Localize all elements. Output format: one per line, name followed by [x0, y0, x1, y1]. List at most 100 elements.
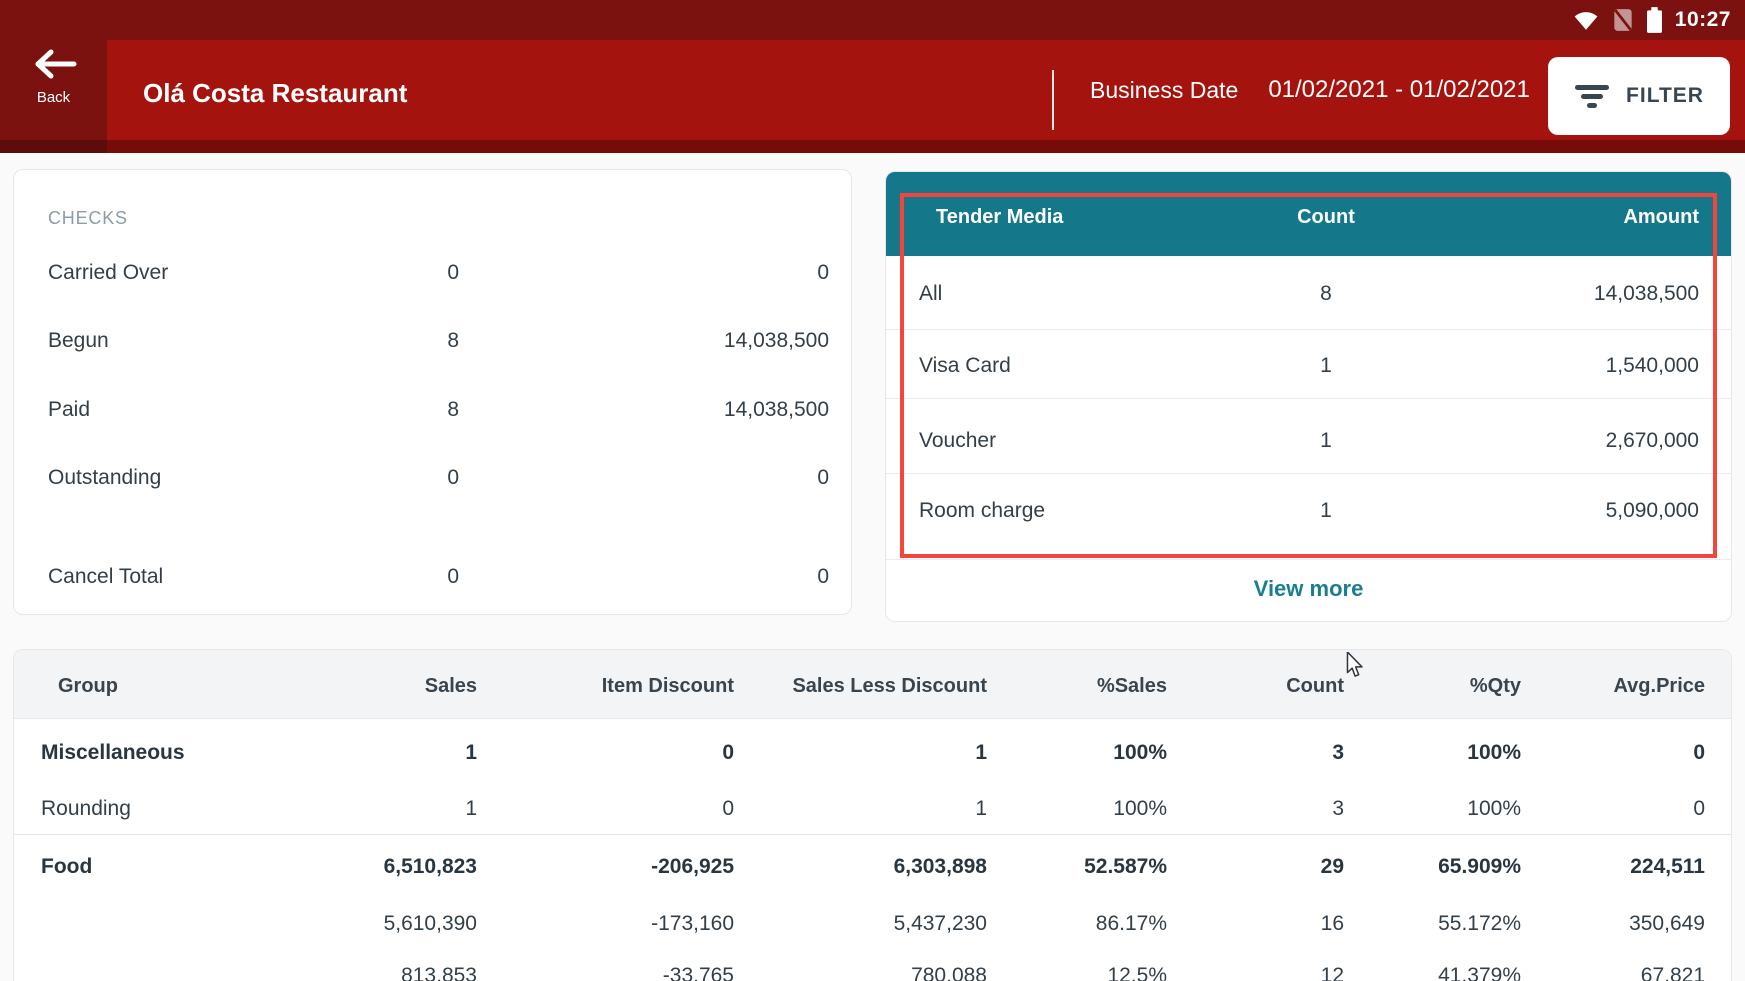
tender-amount: 1,540,000	[1606, 352, 1699, 380]
checks-row-outstanding: Outstanding 0 0	[14, 464, 851, 492]
header-group: Group	[58, 650, 118, 719]
tender-media-name: Room charge	[919, 497, 1045, 525]
cell: -206,925	[651, 853, 734, 881]
appbar-shadow	[0, 140, 1745, 153]
row-count: 8	[447, 327, 459, 355]
table-row-food: Food 6,510,823 -206,925 6,303,898 52.587…	[14, 853, 1731, 881]
section-divider	[14, 834, 1731, 835]
cell: 6,303,898	[894, 853, 987, 881]
cell: 0	[722, 739, 734, 767]
cell: 5,437,230	[894, 910, 987, 938]
header-item-discount: Item Discount	[602, 650, 734, 719]
back-button-label: Back	[37, 89, 70, 106]
battery-icon	[1647, 7, 1662, 33]
row-amount: 0	[817, 563, 829, 591]
tender-amount: 5,090,000	[1606, 497, 1699, 525]
cell: 52.587%	[1084, 853, 1167, 881]
tender-row-all: All 8 14,038,500	[886, 280, 1731, 308]
tender-amount: 2,670,000	[1606, 427, 1699, 455]
cell: Miscellaneous	[41, 739, 185, 767]
cell: 350,649	[1629, 910, 1705, 938]
status-bar: 10:27	[0, 0, 1745, 40]
row-divider	[886, 559, 1731, 560]
row-label: Carried Over	[48, 259, 168, 287]
row-label: Paid	[48, 396, 90, 424]
row-divider	[886, 329, 1731, 330]
cell: 0	[1693, 739, 1705, 767]
tender-media-name: Visa Card	[919, 352, 1011, 380]
tender-row-visa-card: Visa Card 1 1,540,000	[886, 352, 1731, 380]
table-row-rounding: Rounding 1 0 1 100% 3 100% 0	[14, 795, 1731, 823]
filter-icon	[1574, 83, 1610, 109]
group-table-header: Group Sales Item Discount Sales Less Dis…	[14, 650, 1731, 719]
tender-media-name: Voucher	[919, 427, 996, 455]
header-count: Count	[1266, 172, 1386, 256]
filter-button[interactable]: FILTER	[1548, 57, 1730, 135]
business-date-selector[interactable]: Business Date 01/02/2021 - 01/02/2021	[1090, 40, 1530, 140]
business-date-label: Business Date	[1090, 77, 1238, 104]
cell: 0	[1693, 795, 1705, 823]
app-bar: Olá Costa Restaurant Business Date 01/02…	[0, 40, 1745, 153]
view-more-link[interactable]: View more	[886, 575, 1731, 603]
wifi-icon	[1573, 9, 1599, 31]
tender-media-card: Tender Media Count Amount All 8 14,038,5…	[885, 171, 1732, 622]
table-row-food-sub1: 5,610,390 -173,160 5,437,230 86.17% 16 5…	[14, 910, 1731, 938]
header-avg-price: Avg.Price	[1613, 650, 1705, 719]
cell: 12	[1321, 962, 1344, 981]
tender-count: 1	[1266, 352, 1386, 380]
cell: 29	[1321, 853, 1344, 881]
cell: 5,610,390	[384, 910, 477, 938]
cell: 65.909%	[1438, 853, 1521, 881]
cell: 813,853	[401, 962, 477, 981]
tender-count: 1	[1266, 497, 1386, 525]
clock-time: 10:27	[1675, 8, 1731, 32]
cell: 1	[975, 795, 987, 823]
group-sales-table: Group Sales Item Discount Sales Less Dis…	[13, 649, 1732, 981]
row-label: Begun	[48, 327, 109, 355]
cell: 3	[1332, 739, 1344, 767]
header-pct-qty: %Qty	[1470, 650, 1521, 719]
row-amount: 0	[817, 464, 829, 492]
header-pct-sales: %Sales	[1097, 650, 1167, 719]
tender-media-name: All	[919, 280, 942, 308]
cell: Food	[41, 853, 92, 881]
cell: -173,160	[651, 910, 734, 938]
cell: 1	[975, 739, 987, 767]
row-label: Cancel Total	[48, 563, 163, 591]
cell: 780,088	[911, 962, 987, 981]
row-count: 0	[447, 259, 459, 287]
table-row-miscellaneous: Miscellaneous 1 0 1 100% 3 100% 0	[14, 739, 1731, 767]
cell: 100%	[1467, 795, 1521, 823]
cell: 41.379%	[1438, 962, 1521, 981]
filter-button-label: FILTER	[1626, 84, 1704, 108]
header-sales-less-discount: Sales Less Discount	[792, 650, 987, 719]
tender-count: 1	[1266, 427, 1386, 455]
cell: 1	[465, 739, 477, 767]
header-sales: Sales	[425, 650, 477, 719]
checks-row-begun: Begun 8 14,038,500	[14, 327, 851, 355]
tender-table-header: Tender Media Count Amount	[886, 172, 1731, 256]
business-date-range: 01/02/2021 - 01/02/2021	[1268, 76, 1530, 104]
cell: 6,510,823	[384, 853, 477, 881]
cell: 224,511	[1630, 853, 1705, 881]
cell: 100%	[1113, 739, 1167, 767]
checks-row-carried-over: Carried Over 0 0	[14, 259, 851, 287]
cell: 12.5%	[1107, 962, 1167, 981]
row-divider	[886, 473, 1731, 474]
tender-count: 8	[1266, 280, 1386, 308]
row-count: 8	[447, 396, 459, 424]
cell: 55.172%	[1438, 910, 1521, 938]
checks-row-paid: Paid 8 14,038,500	[14, 396, 851, 424]
cell: 1	[465, 795, 477, 823]
row-amount: 0	[817, 259, 829, 287]
cell: Rounding	[41, 795, 131, 823]
table-row-food-sub2: 813,853 -33,765 780,088 12.5% 12 41.379%…	[14, 962, 1731, 981]
cell: -33,765	[663, 962, 734, 981]
cell: 100%	[1113, 795, 1167, 823]
checks-card: CHECKS Carried Over 0 0 Begun 8 14,038,5…	[13, 169, 852, 615]
header-tender-media: Tender Media	[936, 172, 1063, 256]
no-sim-icon	[1612, 7, 1634, 33]
checks-row-cancel-total: Cancel Total 0 0	[14, 563, 851, 591]
cell: 100%	[1467, 739, 1521, 767]
row-count: 0	[447, 563, 459, 591]
